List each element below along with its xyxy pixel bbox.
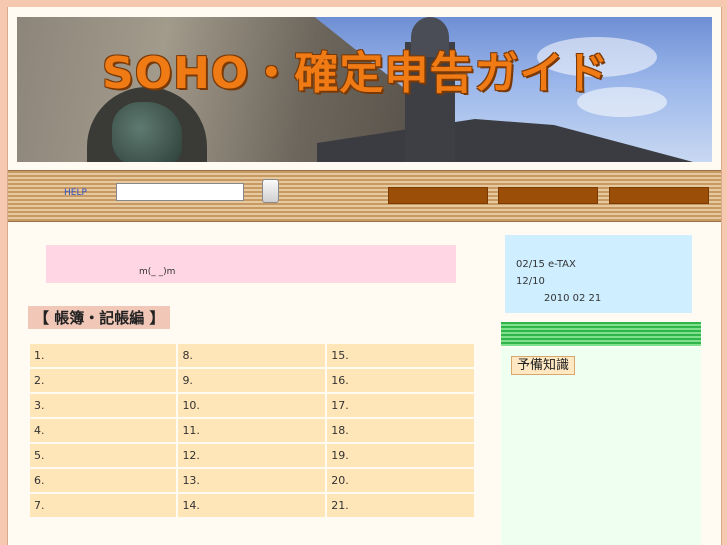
toc-link[interactable]: 12. xyxy=(178,444,326,467)
toc-link[interactable]: 15. xyxy=(327,344,474,367)
table-row: 3. 10. 17. xyxy=(30,394,474,417)
table-row: 5. 12. 19. xyxy=(30,444,474,467)
toc-link[interactable]: 19. xyxy=(327,444,474,467)
news-item[interactable]: 2010 02 21 xyxy=(544,293,601,304)
toc-link[interactable]: 4. xyxy=(30,419,177,442)
toc-link[interactable]: 5. xyxy=(30,444,177,467)
nav-button-2[interactable] xyxy=(498,187,598,204)
toc-link[interactable]: 13. xyxy=(178,469,326,492)
toc-link[interactable]: 17. xyxy=(327,394,474,417)
toc-link[interactable]: 6. xyxy=(30,469,177,492)
notice-text: m(_ _)m xyxy=(139,267,176,277)
news-box: 02/15 e-TAX 12/10 2010 02 21 xyxy=(505,235,692,313)
table-row: 7. 14. 21. xyxy=(30,494,474,517)
table-row: 4. 11. 18. xyxy=(30,419,474,442)
search-button[interactable] xyxy=(262,179,279,203)
toc-link[interactable]: 3. xyxy=(30,394,177,417)
toc-link[interactable]: 8. xyxy=(178,344,326,367)
toc-link[interactable]: 9. xyxy=(178,369,326,392)
notice-box: m(_ _)m xyxy=(46,245,456,283)
news-item[interactable]: 02/15 e-TAX xyxy=(516,259,576,270)
knowledge-button[interactable]: 予備知識 xyxy=(511,356,576,375)
news-item[interactable]: 12/10 xyxy=(516,276,545,287)
nav-button-1[interactable] xyxy=(388,187,488,204)
table-row: 6. 13. 20. xyxy=(30,469,474,492)
toc-link[interactable]: 1. xyxy=(30,344,177,367)
page-container: SOHO・確定申告ガイド HELP m(_ _)m 【 帳簿・記帳編 】 1. … xyxy=(7,7,722,545)
table-row: 2. 9. 16. xyxy=(30,369,474,392)
section-heading: 【 帳簿・記帳編 】 xyxy=(28,306,171,329)
toc-link[interactable]: 16. xyxy=(327,369,474,392)
toc-link[interactable]: 18. xyxy=(327,419,474,442)
statue-image xyxy=(112,102,182,162)
site-title[interactable]: SOHO・確定申告ガイド xyxy=(102,37,609,101)
sidebar-header-bar xyxy=(501,322,701,346)
nav-button-3[interactable] xyxy=(609,187,709,204)
search-input[interactable] xyxy=(116,183,244,201)
sidebar-panel: 予備知識 xyxy=(501,347,701,545)
navigation-bar: HELP xyxy=(8,170,721,222)
toc-link[interactable]: 20. xyxy=(327,469,474,492)
toc-link[interactable]: 11. xyxy=(178,419,326,442)
help-link[interactable]: HELP xyxy=(64,188,87,198)
toc-table: 1. 8. 15. 2. 9. 16. 3. 10. 17. 4. 11. 18… xyxy=(28,342,476,519)
toc-link[interactable]: 10. xyxy=(178,394,326,417)
toc-link[interactable]: 7. xyxy=(30,494,177,517)
toc-link[interactable]: 21. xyxy=(327,494,474,517)
table-row: 1. 8. 15. xyxy=(30,344,474,367)
toc-link[interactable]: 14. xyxy=(178,494,326,517)
toc-link[interactable]: 2. xyxy=(30,369,177,392)
header-banner: SOHO・確定申告ガイド xyxy=(17,17,712,162)
